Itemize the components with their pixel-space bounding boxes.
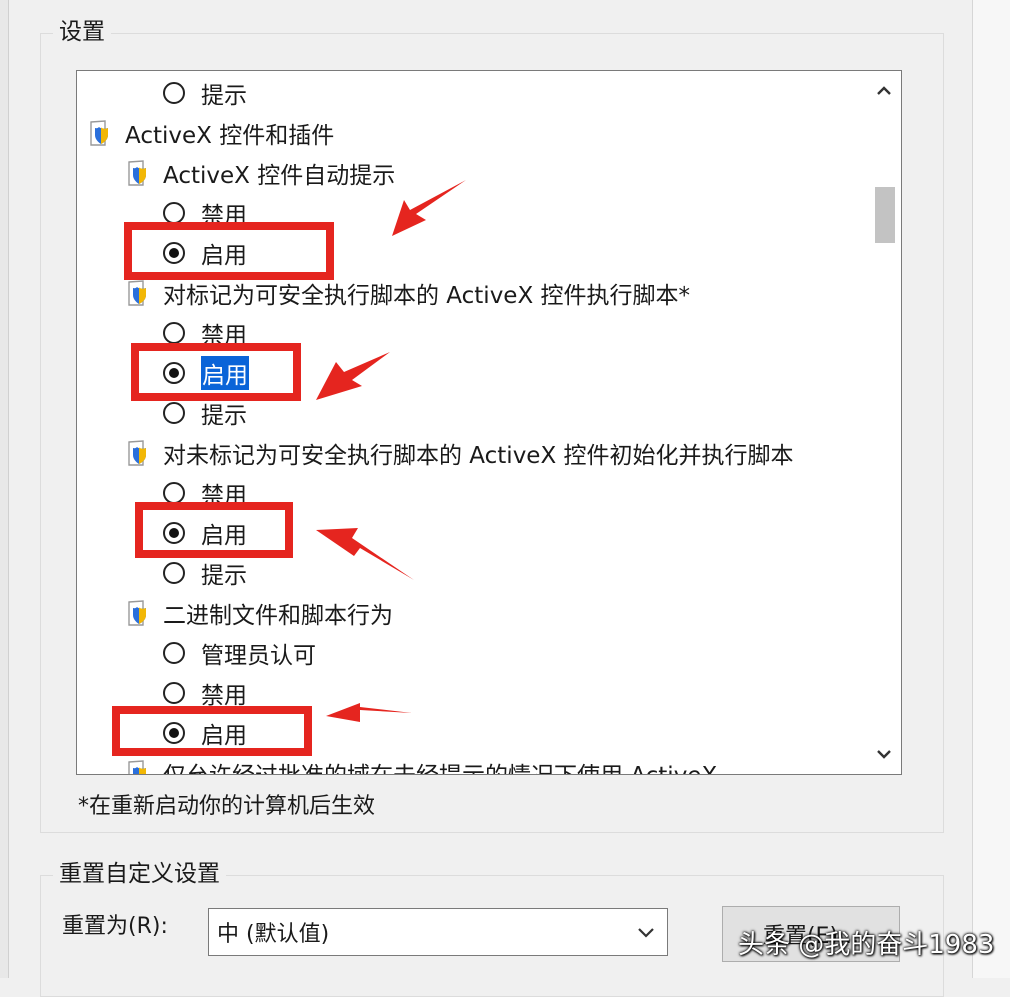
scroll-up-button[interactable]	[867, 71, 901, 111]
vertical-scrollbar[interactable]	[867, 71, 901, 774]
scroll-down-button[interactable]	[867, 734, 901, 774]
radio-option[interactable]: 提示	[163, 553, 247, 593]
reset-group-title: 重置自定义设置	[53, 859, 226, 889]
item-label: 提示	[201, 563, 247, 589]
radio-unchecked-icon[interactable]	[163, 642, 185, 664]
item-label: 对未标记为可安全执行脚本的 ActiveX 控件初始化并执行脚本	[163, 443, 794, 469]
window-right-edge	[972, 0, 1010, 978]
radio-unchecked-icon[interactable]	[163, 82, 185, 104]
radio-unchecked-icon[interactable]	[163, 562, 185, 584]
shield-icon	[128, 440, 146, 466]
item-label: ActiveX 控件和插件	[125, 123, 335, 149]
item-label: 管理员认可	[201, 643, 316, 669]
shield-icon	[128, 600, 146, 626]
item-label: 二进制文件和脚本行为	[163, 603, 393, 629]
radio-option[interactable]: 管理员认可	[163, 633, 316, 673]
chevron-up-icon	[877, 86, 891, 95]
reset-level-select[interactable]: 中 (默认值)	[208, 908, 668, 956]
radio-option[interactable]: 提示	[163, 73, 247, 113]
item-label: 禁用	[201, 683, 247, 709]
setting-header: 仅允许经过批准的域在未经提示的情况下使用 ActiveX	[127, 753, 717, 774]
chevron-down-icon	[877, 750, 891, 759]
shield-icon	[128, 760, 146, 774]
radio-unchecked-icon[interactable]	[163, 682, 185, 704]
radio-unchecked-icon[interactable]	[163, 482, 185, 504]
settings-list[interactable]: 提示 ActiveX 控件和插件 ActiveX 控件自动提示 禁用 启用 对标记为可安全…	[76, 70, 902, 775]
radio-unchecked-icon[interactable]	[163, 202, 185, 224]
highlight-box-2	[131, 343, 301, 401]
category-header: ActiveX 控件和插件	[89, 113, 334, 153]
restart-note: *在重新启动你的计算机后生效	[78, 794, 376, 819]
radio-unchecked-icon[interactable]	[163, 322, 185, 344]
item-label: 提示	[201, 403, 247, 429]
item-label: ActiveX 控件自动提示	[163, 163, 396, 189]
highlight-box-3	[135, 502, 293, 558]
item-label: 仅允许经过批准的域在未经提示的情况下使用 ActiveX	[163, 756, 717, 774]
setting-header: 二进制文件和脚本行为	[127, 593, 393, 633]
item-label: 提示	[201, 83, 247, 109]
scroll-thumb[interactable]	[875, 187, 895, 243]
settings-tree: 提示 ActiveX 控件和插件 ActiveX 控件自动提示 禁用 启用 对标记为可安全…	[77, 71, 867, 774]
settings-group-title: 设置	[53, 17, 111, 47]
watermark: 头条 @我的奋斗1983	[738, 930, 995, 960]
shield-icon	[90, 120, 108, 146]
radio-unchecked-icon[interactable]	[163, 402, 185, 424]
shield-icon	[128, 280, 146, 306]
chevron-down-icon	[638, 928, 654, 938]
item-label: 对标记为可安全执行脚本的 ActiveX 控件执行脚本*	[163, 283, 691, 309]
shield-icon	[128, 160, 146, 186]
highlight-box-1	[124, 222, 334, 280]
reset-to-label: 重置为(R):	[62, 914, 168, 939]
setting-header: ActiveX 控件自动提示	[127, 153, 395, 193]
highlight-box-4	[112, 706, 312, 756]
window-left-edge	[0, 0, 9, 978]
setting-header: 对未标记为可安全执行脚本的 ActiveX 控件初始化并执行脚本	[127, 433, 794, 473]
reset-level-value: 中 (默认值)	[217, 922, 330, 947]
